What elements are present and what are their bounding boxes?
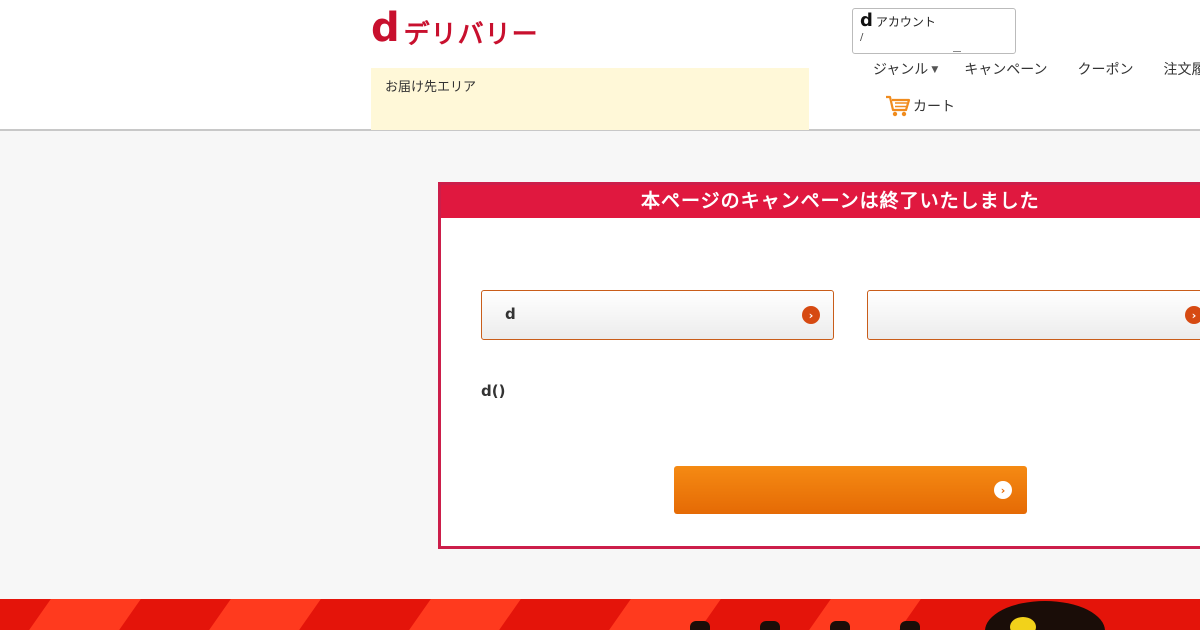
delivery-area-label: お届け先エリア xyxy=(385,80,477,95)
cart-link[interactable]: カート xyxy=(885,94,955,118)
banner-ray xyxy=(209,599,321,630)
site-header: d デリバリー お届け先エリア d アカウント / ジャンル ▼ キャンペーン … xyxy=(0,0,1200,131)
account-row: d アカウント xyxy=(860,12,1008,30)
nav-genre[interactable]: ジャンル ▼ xyxy=(873,60,938,80)
delivery-area-selector[interactable]: お届け先エリア xyxy=(371,68,809,130)
logo-d-mark: d xyxy=(371,5,400,51)
banner-ray xyxy=(409,599,521,630)
cart-label: カート xyxy=(913,99,955,115)
promo-banner[interactable] xyxy=(0,599,1200,630)
banner-burst-graphic xyxy=(985,601,1105,630)
campaign-link-1-label: d xyxy=(505,305,516,323)
nav-campaign[interactable]: キャンペーン xyxy=(964,60,1047,80)
account-label: アカウント xyxy=(875,14,936,29)
banner-ray xyxy=(29,599,141,630)
site-logo[interactable]: d デリバリー xyxy=(371,8,539,50)
nav-coupon[interactable]: クーポン xyxy=(1078,60,1134,80)
page: d デリバリー お届け先エリア d アカウント / ジャンル ▼ キャンペーン … xyxy=(0,0,1200,630)
campaign-note: d() xyxy=(481,382,506,400)
campaign-ended-panel: 本ページのキャンペーンは終了いたしました d › › d() › xyxy=(438,182,1200,549)
account-divider xyxy=(953,51,961,52)
nav-order-history[interactable]: 注文履歴 xyxy=(1164,60,1200,80)
banner-highlight-graphic xyxy=(1010,617,1036,630)
banner-graphic xyxy=(760,621,780,630)
campaign-link-button-2[interactable]: › xyxy=(867,290,1200,340)
chevron-right-icon: › xyxy=(802,306,820,324)
campaign-ended-title: 本ページのキャンペーンは終了いたしました xyxy=(641,190,1040,212)
account-d-icon: d xyxy=(860,10,873,31)
account-sub-label: / xyxy=(860,32,864,43)
campaign-header-bar: 本ページのキャンペーンは終了いたしました xyxy=(441,185,1200,218)
account-button[interactable]: d アカウント / xyxy=(852,8,1016,54)
logo-text: デリバリー xyxy=(403,19,539,50)
chevron-right-icon: › xyxy=(994,481,1012,499)
main-nav: ジャンル ▼ キャンペーン クーポン 注文履歴 xyxy=(873,60,1200,80)
campaign-main-button[interactable]: › xyxy=(674,466,1027,514)
nav-genre-label: ジャンル xyxy=(873,62,929,78)
cart-icon xyxy=(886,95,911,117)
chevron-right-icon: › xyxy=(1185,306,1200,324)
banner-graphic xyxy=(900,621,920,630)
caret-down-icon: ▼ xyxy=(931,65,939,75)
campaign-link-button-1[interactable]: d › xyxy=(481,290,834,340)
banner-graphic xyxy=(690,621,710,630)
banner-graphic xyxy=(830,621,850,630)
